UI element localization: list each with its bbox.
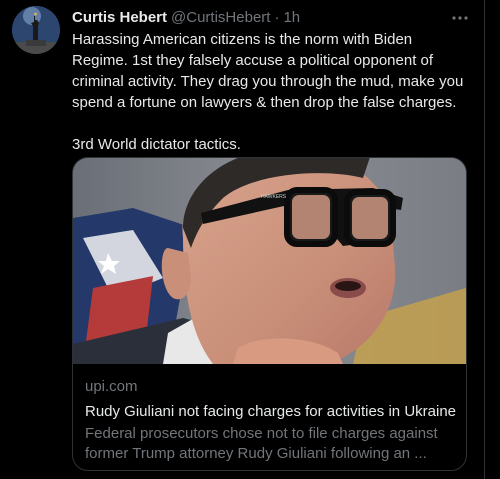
separator-dot: · [274, 9, 280, 26]
statue-of-liberty-icon [12, 6, 60, 54]
card-body: upi.com Rudy Giuliani not facing charges… [85, 377, 457, 464]
tweet-header: Curtis Hebert @CurtisHebert · 1h [72, 8, 472, 28]
more-options-button[interactable] [446, 6, 474, 30]
tweet-text: Harassing American citizens is the norm … [72, 31, 464, 153]
link-card[interactable]: HAWKERS upi.com Rudy Giuliani not facing… [72, 157, 467, 471]
card-image: HAWKERS [73, 158, 466, 364]
right-margin [485, 0, 500, 479]
more-dots-icon [452, 16, 468, 20]
avatar[interactable] [12, 6, 60, 54]
card-photo: HAWKERS [73, 158, 466, 364]
display-name[interactable]: Curtis Hebert [72, 8, 167, 28]
glasses-brand-text: HAWKERS [261, 194, 287, 200]
tweet[interactable]: Curtis Hebert @CurtisHebert · 1h Harassi… [0, 0, 484, 479]
card-description: Federal prosecutors chose not to file ch… [85, 425, 438, 462]
card-domain: upi.com [85, 378, 138, 395]
timestamp[interactable]: 1h [283, 8, 300, 28]
user-handle[interactable]: @CurtisHebert [171, 8, 270, 28]
card-title[interactable]: Rudy Giuliani not facing charges for act… [85, 402, 457, 422]
